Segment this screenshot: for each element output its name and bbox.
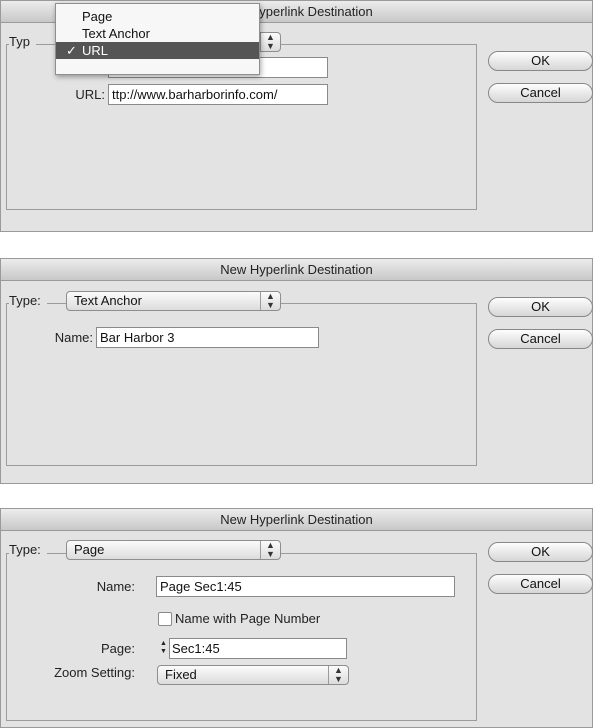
name-field[interactable]: Page Sec1:45 [156, 576, 455, 597]
page-label: Page: [101, 641, 135, 656]
cancel-button[interactable]: Cancel [488, 83, 593, 103]
up-down-arrows-icon: ▲ ▼ [260, 541, 280, 559]
stepper-arrows-icon[interactable]: ▲ ▼ [158, 640, 169, 659]
ok-button[interactable]: OK [488, 542, 593, 562]
type-label: Type: [9, 293, 41, 308]
type-row: Typ [9, 34, 36, 49]
type-label: Type: [9, 542, 41, 557]
dialog-url: New Hyperlink Destination Typ ▲▼ Name: B… [0, 0, 593, 232]
checkbox-label[interactable]: Name with Page Number [175, 611, 320, 626]
zoom-setting-label: Zoom Setting: [54, 665, 135, 680]
type-popup[interactable]: Text Anchor ▲ ▼ [66, 291, 281, 311]
cancel-button[interactable]: Cancel [488, 574, 593, 594]
dialog-page: New Hyperlink Destination Type: Page ▲ ▼ … [0, 508, 593, 728]
type-dropdown-menu: Page Text Anchor ✓ URL [55, 3, 260, 75]
up-down-arrows-icon: ▲ ▼ [260, 292, 280, 310]
type-row: Type: [9, 542, 47, 557]
type-label: Typ [9, 34, 30, 49]
zoom-setting-value: Fixed [165, 667, 197, 682]
type-popup-value: Page [74, 542, 105, 557]
url-field[interactable]: ttp://www.barharborinfo.com/ [108, 84, 328, 105]
menu-item-url-label: URL [82, 43, 109, 58]
name-with-page-number-checkbox[interactable] [158, 612, 172, 626]
type-popup[interactable]: Page ▲ ▼ [66, 540, 281, 560]
ok-button[interactable]: OK [488, 297, 593, 317]
up-down-arrows-icon: ▲ ▼ [328, 666, 348, 684]
name-field[interactable]: Bar Harbor 3 [96, 327, 319, 348]
menu-item-url[interactable]: ✓ URL [56, 42, 259, 59]
menu-item-page[interactable]: Page [56, 8, 259, 25]
up-down-arrows-icon: ▲ ▼ [260, 33, 280, 51]
name-label: Name: [54, 330, 93, 345]
url-label: URL: [75, 87, 105, 102]
name-label: Name: [96, 579, 135, 594]
checkmark-icon: ✓ [66, 43, 77, 58]
dialog-title: New Hyperlink Destination [1, 509, 592, 531]
page-field[interactable]: Sec1:45 [169, 638, 347, 659]
type-row: Type: [9, 293, 47, 308]
menu-item-text-anchor[interactable]: Text Anchor [56, 25, 259, 42]
dialog-text-anchor: New Hyperlink Destination Type: Text Anc… [0, 258, 593, 484]
type-popup-value: Text Anchor [74, 293, 142, 308]
cancel-button[interactable]: Cancel [488, 329, 593, 349]
dialog-title: New Hyperlink Destination [1, 259, 592, 281]
ok-button[interactable]: OK [488, 51, 593, 71]
zoom-setting-popup[interactable]: Fixed ▲ ▼ [157, 665, 349, 685]
